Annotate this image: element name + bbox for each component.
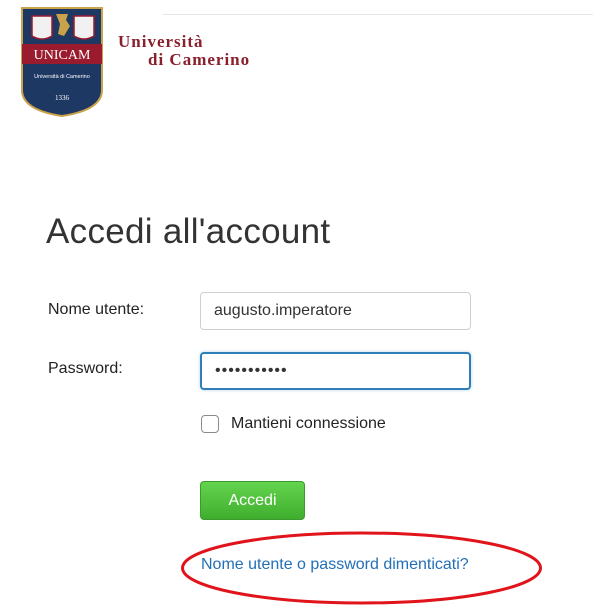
crest-year: 1336	[55, 94, 70, 102]
password-label: Password:	[48, 360, 123, 377]
login-button[interactable]: Accedi	[200, 481, 305, 520]
crest-text: UNICAM	[34, 48, 91, 63]
forgot-credentials-link[interactable]: Nome utente o password dimenticati?	[201, 556, 469, 574]
top-divider	[163, 14, 593, 15]
remember-me-toggle[interactable]: Mantieni connessione	[201, 415, 386, 433]
wordmark-line1: Università	[118, 32, 204, 51]
university-crest-logo: UNICAM Università di Camerino 1336	[21, 7, 103, 118]
username-input[interactable]	[200, 292, 471, 330]
crest-subtext: Università di Camerino	[34, 74, 90, 80]
remember-me-checkbox[interactable]	[201, 415, 219, 433]
username-label: Nome utente:	[48, 301, 145, 318]
password-input[interactable]	[200, 352, 471, 390]
university-wordmark: Università di Camerino	[118, 33, 250, 68]
remember-me-label: Mantieni connessione	[231, 415, 386, 432]
page-title: Accedi all'account	[46, 212, 331, 251]
wordmark-line2: di Camerino	[148, 50, 251, 69]
